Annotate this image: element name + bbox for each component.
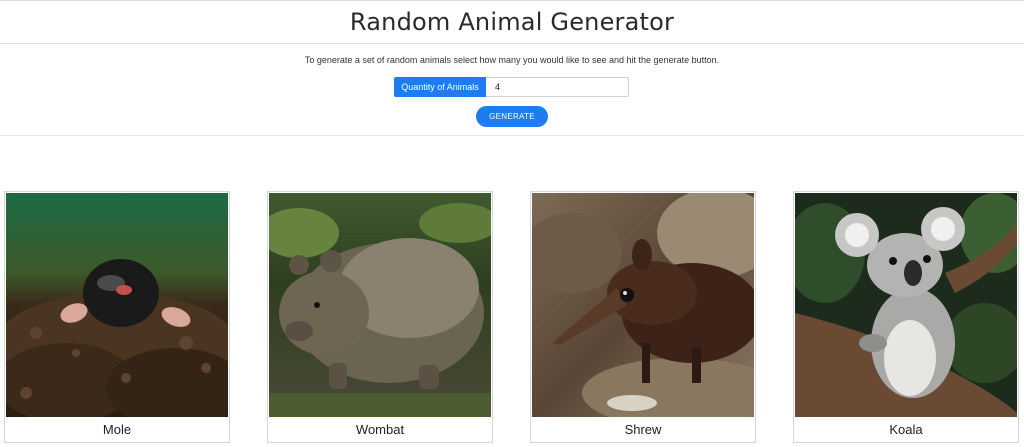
koala-photo [795, 193, 1017, 417]
generate-button[interactable]: GENERATE [476, 106, 548, 127]
page-header: Random Animal Generator [0, 0, 1024, 44]
animal-card: Wombat [267, 191, 493, 443]
quantity-input-group: Quantity of Animals [394, 77, 629, 97]
animal-name: Mole [102, 422, 132, 437]
shrew-photo-image [532, 193, 754, 417]
animal-name: Koala [889, 422, 923, 437]
animal-name: Wombat [355, 422, 405, 437]
koala-photo-image [795, 193, 1017, 417]
animal-card: Koala [793, 191, 1019, 443]
instructions-text: To generate a set of random animals sele… [304, 55, 720, 65]
shrew-photo [532, 193, 754, 417]
animal-card: Shrew [530, 191, 756, 443]
generator-controls: To generate a set of random animals sele… [0, 44, 1024, 136]
quantity-input[interactable] [486, 77, 629, 97]
mole-photo [6, 193, 228, 417]
page: Random Animal Generator To generate a se… [0, 0, 1024, 447]
animal-card: Mole [4, 191, 230, 443]
quantity-label: Quantity of Animals [394, 77, 486, 97]
page-title: Random Animal Generator [349, 8, 675, 36]
wombat-photo-image [269, 193, 491, 417]
mole-photo-image [6, 193, 228, 417]
animal-name: Shrew [624, 422, 662, 437]
wombat-photo [269, 193, 491, 417]
